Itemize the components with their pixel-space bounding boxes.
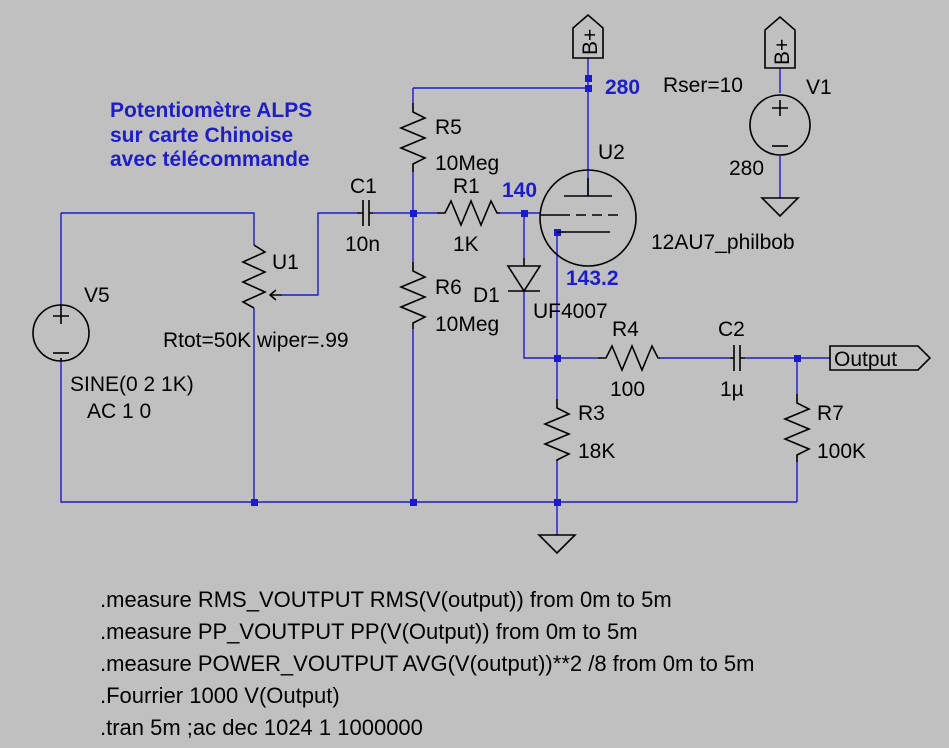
plus-icon [53, 308, 69, 324]
c2-capacitor[interactable] [730, 345, 745, 371]
bplus-port-v1[interactable]: B+ [764, 15, 796, 69]
u2-name: U2 [598, 141, 625, 164]
plate-voltage: 280 [605, 76, 640, 99]
d1-value: UF4007 [533, 300, 608, 323]
r4-value: 100 [610, 378, 645, 401]
directive-line[interactable]: .measure POWER_VOUTPUT AVG(V(output))**2… [100, 651, 755, 676]
r5-name: R5 [435, 116, 462, 139]
note-line-3: avec télécommande [110, 148, 310, 171]
c1-name: C1 [350, 175, 377, 198]
r4-name: R4 [612, 318, 639, 341]
r1-value: 1K [453, 233, 479, 256]
grid-voltage: 140 [502, 179, 537, 202]
r7-name: R7 [817, 402, 844, 425]
v5-value-2: AC 1 0 [87, 400, 151, 423]
d1-name: D1 [473, 284, 500, 307]
r4-resistor[interactable] [598, 343, 660, 373]
directive-line[interactable]: .tran 5m ;ac dec 1024 1 1000000 [100, 715, 423, 740]
schematic-canvas: B+ B+ Output Potentiomètre ALPS sur cart… [32, 13, 932, 740]
c2-value: 1µ [720, 378, 744, 401]
output-label: Output [834, 348, 897, 371]
cathode-voltage: 143.2 [566, 267, 619, 290]
bplus-port-plate[interactable]: B+ [572, 13, 604, 59]
r3-value: 18K [578, 440, 615, 463]
directive-line[interactable]: .measure RMS_VOUTPUT RMS(V(output)) from… [100, 587, 672, 612]
u1-name: U1 [272, 251, 299, 274]
r3-name: R3 [578, 402, 605, 425]
ground-icon [537, 534, 577, 555]
note-line-2: sur carte Chinoise [110, 124, 293, 147]
r6-value: 10Meg [435, 313, 499, 336]
plus-icon [772, 100, 788, 116]
v1-source[interactable] [749, 94, 811, 156]
c2-name: C2 [718, 318, 745, 341]
note-line-1: Potentiomètre ALPS [110, 99, 312, 122]
wiper-arrow-icon [268, 289, 282, 301]
directive-line[interactable]: .Fourrier 1000 V(Output) [100, 683, 340, 708]
output-port[interactable]: Output [829, 345, 932, 371]
v1-name: V1 [806, 76, 832, 99]
u1-value: Rtot=50K wiper=.99 [163, 329, 349, 352]
r5-resistor[interactable] [398, 103, 428, 172]
ground-icon [760, 197, 800, 218]
r6-name: R6 [435, 276, 462, 299]
v1-value: 280 [729, 157, 764, 180]
v1-rser: Rser=10 [663, 74, 743, 97]
v5-source[interactable] [32, 304, 90, 362]
c1-value: 10n [345, 233, 380, 256]
c1-capacitor[interactable] [357, 200, 373, 226]
directive-line[interactable]: .measure PP_VOUTPUT PP(V(Output)) from 0… [100, 619, 638, 644]
v5-value-1: SINE(0 2 1K) [70, 373, 194, 396]
bplus-label: B+ [771, 39, 794, 65]
v5-name: V5 [84, 284, 110, 307]
r1-name: R1 [453, 175, 480, 198]
u2-triode[interactable] [539, 169, 637, 267]
r6-resistor[interactable] [398, 262, 428, 329]
r1-resistor[interactable] [437, 198, 500, 228]
u2-value: 12AU7_philbob [651, 231, 795, 254]
bplus-label: B+ [579, 29, 602, 55]
r3-resistor[interactable] [542, 399, 572, 461]
d1-diode[interactable] [506, 258, 542, 293]
r5-value: 10Meg [435, 152, 499, 175]
r7-value: 100K [817, 440, 866, 463]
r7-resistor[interactable] [782, 394, 812, 462]
